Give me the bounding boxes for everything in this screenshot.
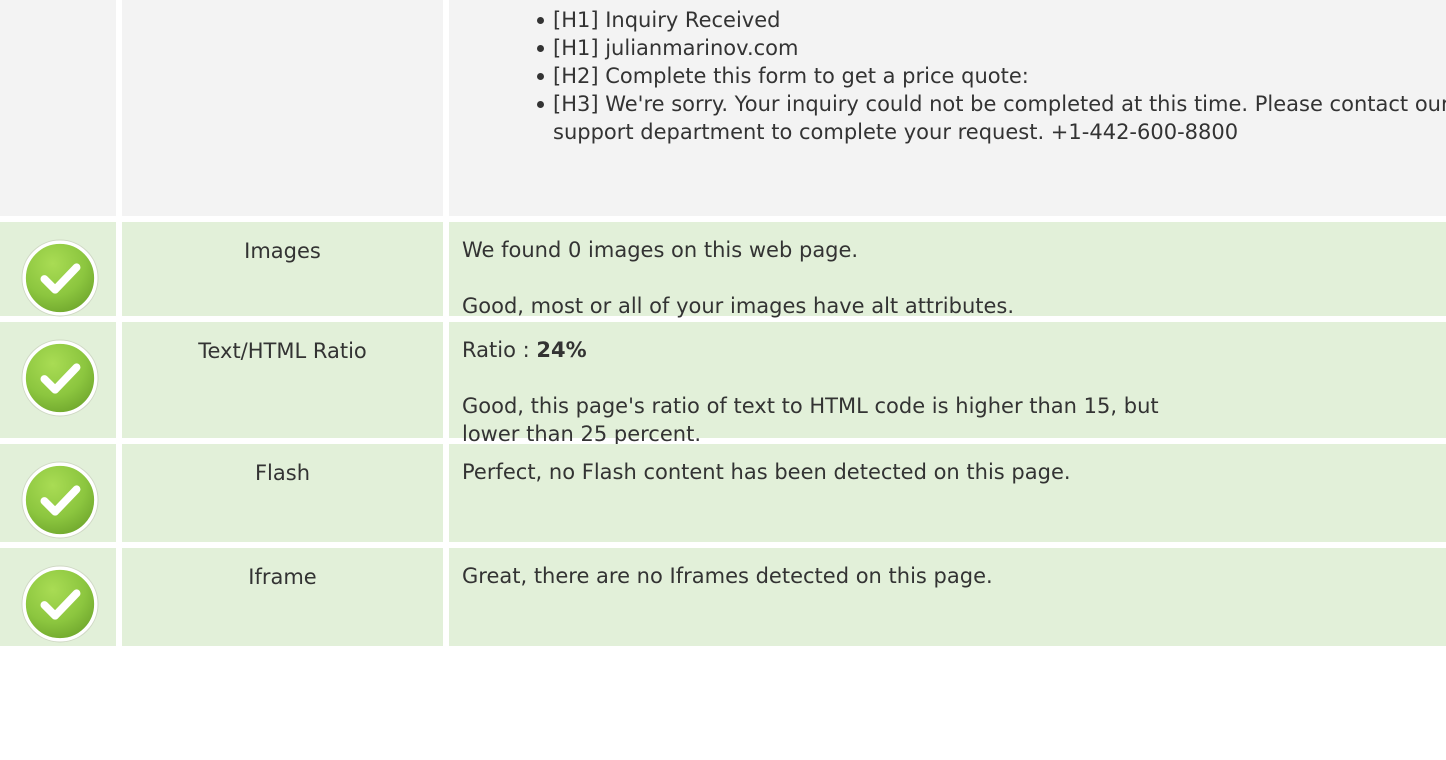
heading-item: [H1] julianmarinov.com <box>537 34 1446 62</box>
images-label: Images <box>122 222 443 316</box>
iframe-content: Great, there are no Iframes detected on … <box>449 548 1446 646</box>
iframe-text: Great, there are no Iframes detected on … <box>462 564 993 588</box>
headings-status-cell <box>0 0 116 216</box>
check-circle-icon <box>21 461 99 539</box>
heading-item: [H2] Complete this form to get a price q… <box>537 62 1446 90</box>
images-content: We found 0 images on this web page. Good… <box>449 222 1446 318</box>
ratio-status-cell <box>0 322 116 438</box>
headings-content-cell: [H1] Inquiry Received [H1] julianmarinov… <box>449 0 1446 216</box>
images-status-cell <box>0 222 116 316</box>
headings-row: [H1] Inquiry Received [H1] julianmarinov… <box>0 0 1446 216</box>
images-row: Images We found 0 images on this web pag… <box>0 222 1446 318</box>
images-alt-text: Good, most or all of your images have al… <box>462 294 1015 318</box>
iframe-status-cell <box>0 548 116 646</box>
flash-row: Flash Perfect, no Flash content has been… <box>0 444 1446 542</box>
ratio-content: Ratio : 24% Good, this page's ratio of t… <box>449 322 1446 446</box>
ratio-label: Text/HTML Ratio <box>122 322 443 438</box>
flash-content: Perfect, no Flash content has been detec… <box>449 444 1446 542</box>
flash-label: Flash <box>122 444 443 542</box>
ratio-prefix: Ratio : <box>462 338 537 362</box>
text-html-ratio-row: Text/HTML Ratio Ratio : 24% Good, this p… <box>0 322 1446 446</box>
ratio-value: 24% <box>536 338 587 362</box>
ratio-description: Good, this page's ratio of text to HTML … <box>462 394 1159 446</box>
flash-text: Perfect, no Flash content has been detec… <box>462 460 1071 484</box>
check-circle-icon <box>21 339 99 417</box>
heading-item: [H1] Inquiry Received <box>537 6 1446 34</box>
images-count-text: We found 0 images on this web page. <box>462 238 859 262</box>
iframe-label: Iframe <box>122 548 443 646</box>
flash-status-cell <box>0 444 116 542</box>
check-circle-icon <box>21 239 99 317</box>
heading-item: [H3] We're sorry. Your inquiry could not… <box>537 90 1446 146</box>
iframe-row: Iframe Great, there are no Iframes detec… <box>0 548 1446 646</box>
headings-list: [H1] Inquiry Received [H1] julianmarinov… <box>449 6 1446 146</box>
ratio-value-text: Ratio : 24% <box>462 336 1426 364</box>
check-circle-icon <box>21 565 99 643</box>
headings-label-cell <box>122 0 443 216</box>
